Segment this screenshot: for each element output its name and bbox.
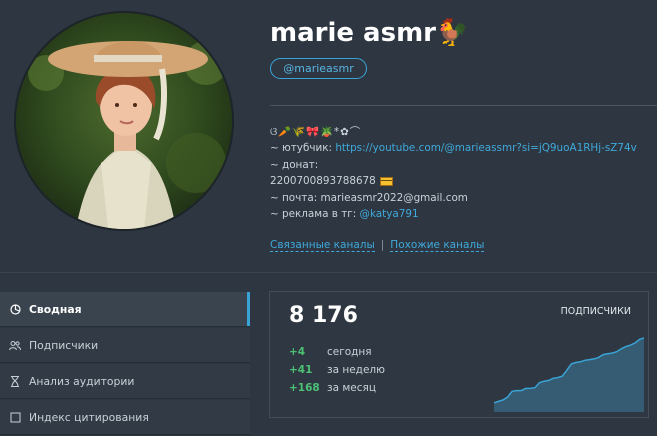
section-divider <box>0 272 657 273</box>
avatar-photo <box>16 13 232 229</box>
subscribers-sparkline <box>494 337 644 412</box>
bio-mail-line: ~ почта: marieasmr2022@gmail.com <box>270 191 468 204</box>
channel-handle-button[interactable]: @marieasmr <box>270 58 367 79</box>
links-separator: | <box>380 239 385 251</box>
header-divider <box>270 105 657 106</box>
stat-row-week: +41 за неделю <box>289 364 385 376</box>
rooster-emoji-icon: 🐓 <box>436 18 469 48</box>
sidebar-menu: Сводная Подписчики Анализ аудитории Инде… <box>0 292 250 436</box>
hourglass-icon <box>9 375 21 387</box>
channel-description: ଓ🥕🌾🎀🪴*✿⌒ ~ ютубчик: https://youtube.com/… <box>270 124 637 222</box>
stat-row-month: +168 за месяц <box>289 382 376 394</box>
bio-emoji-line: ଓ🥕🌾🎀🪴*✿⌒ <box>270 126 362 138</box>
bio-donate-line: 2200700893788678 <box>270 173 637 189</box>
channel-name: marie asmr🐓 <box>270 18 469 48</box>
citation-icon <box>9 411 21 423</box>
stat-row-today: +4 сегодня <box>289 346 372 358</box>
subscribers-stats-card: 8 176 ПОДПИСЧИКИ +4 сегодня +41 за неделю … <box>269 291 649 418</box>
sidebar-item-audience-analysis[interactable]: Анализ аудитории <box>0 364 250 399</box>
youtube-link[interactable]: https://youtube.com/@marieassmr?si=jQ9uo… <box>335 142 636 154</box>
similar-channels-link[interactable]: Похожие каналы <box>390 239 485 252</box>
credit-card-icon <box>379 176 393 186</box>
sidebar-item-summary[interactable]: Сводная <box>0 292 250 327</box>
channel-avatar <box>16 13 232 229</box>
sidebar-item-subscribers[interactable]: Подписчики <box>0 328 250 363</box>
related-channels-link[interactable]: Связанные каналы <box>270 239 375 252</box>
subscribers-total: 8 176 <box>289 303 358 328</box>
telegram-ads-link[interactable]: @katya791 <box>360 208 419 220</box>
users-icon <box>9 339 21 351</box>
bio-donate-label: ~ донат: <box>270 158 319 171</box>
channel-links: Связанные каналы | Похожие каналы <box>270 239 485 252</box>
bio-ads-line: ~ реклама в тг: @katya791 <box>270 208 419 221</box>
subscribers-label: ПОДПИСЧИКИ <box>560 306 631 317</box>
summary-icon <box>9 303 21 315</box>
bio-youtube-line: ~ ютубчик: https://youtube.com/@marieass… <box>270 142 637 155</box>
